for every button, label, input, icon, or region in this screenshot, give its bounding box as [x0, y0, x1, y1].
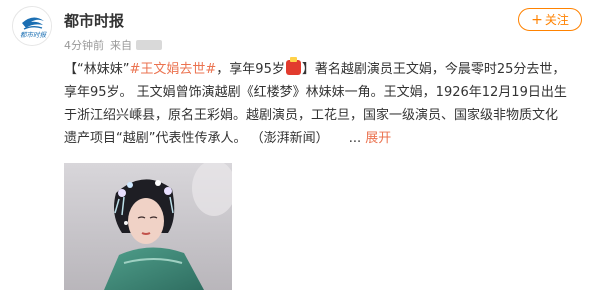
avatar-logo-text: 都市时报 — [20, 31, 48, 39]
avatar[interactable]: 都市时报 — [12, 6, 52, 46]
plus-icon: + — [531, 11, 543, 28]
follow-button[interactable]: + 关注 — [518, 8, 582, 31]
post-image[interactable] — [64, 163, 232, 290]
expand-link[interactable]: 展开 — [365, 131, 391, 146]
ellipsis: ... — [348, 131, 362, 146]
bracket-close: 】 — [301, 62, 315, 77]
source-prefix: 来自 — [110, 39, 132, 52]
bracket-open: 【 — [64, 62, 78, 77]
red-candle-emoji-icon — [285, 57, 301, 75]
post-line-3: 于浙江绍兴嵊县，原名王彩娟。越剧演员，工花旦，国家一级演员、国家级非物质文化 — [64, 108, 559, 123]
follow-label: 关注 — [544, 13, 569, 27]
post-text: 【“林妹妹”#王文娟去世#，享年95岁 】著名越剧演员王文娟，今晨零时25分去世，… — [64, 57, 602, 150]
hashtag-link[interactable]: #王文娟去世# — [130, 62, 217, 77]
quote-text: “林妹妹” — [77, 62, 130, 77]
source-blurred — [136, 40, 162, 50]
post-line-4: 遗产项目“越剧”代表性传承人。 （澎湃新闻） ... 展开 — [64, 127, 602, 150]
age-text: ，享年95岁 — [216, 62, 285, 77]
line1-rest: 著名越剧演员王文娟，今晨零时25分去世， — [314, 62, 566, 77]
post-line-2: 享年95岁。 王文娟曾饰演越剧《红楼梦》林妹妹一角。王文娟，1926年12月19… — [64, 85, 567, 100]
username[interactable]: 都市时报 — [64, 10, 124, 31]
newspaper-logo-icon: 都市时报 — [13, 7, 51, 45]
opera-portrait-photo — [64, 163, 232, 290]
line4-text: 遗产项目“越剧”代表性传承人。 （澎湃新闻） — [64, 131, 329, 146]
post-time[interactable]: 4分钟前 — [64, 37, 104, 53]
post-meta: 4分钟前 来自 — [64, 37, 162, 53]
post-line-1: 【“林妹妹”#王文娟去世#，享年95岁 】著名越剧演员王文娟，今晨零时25分去世， — [64, 57, 602, 81]
